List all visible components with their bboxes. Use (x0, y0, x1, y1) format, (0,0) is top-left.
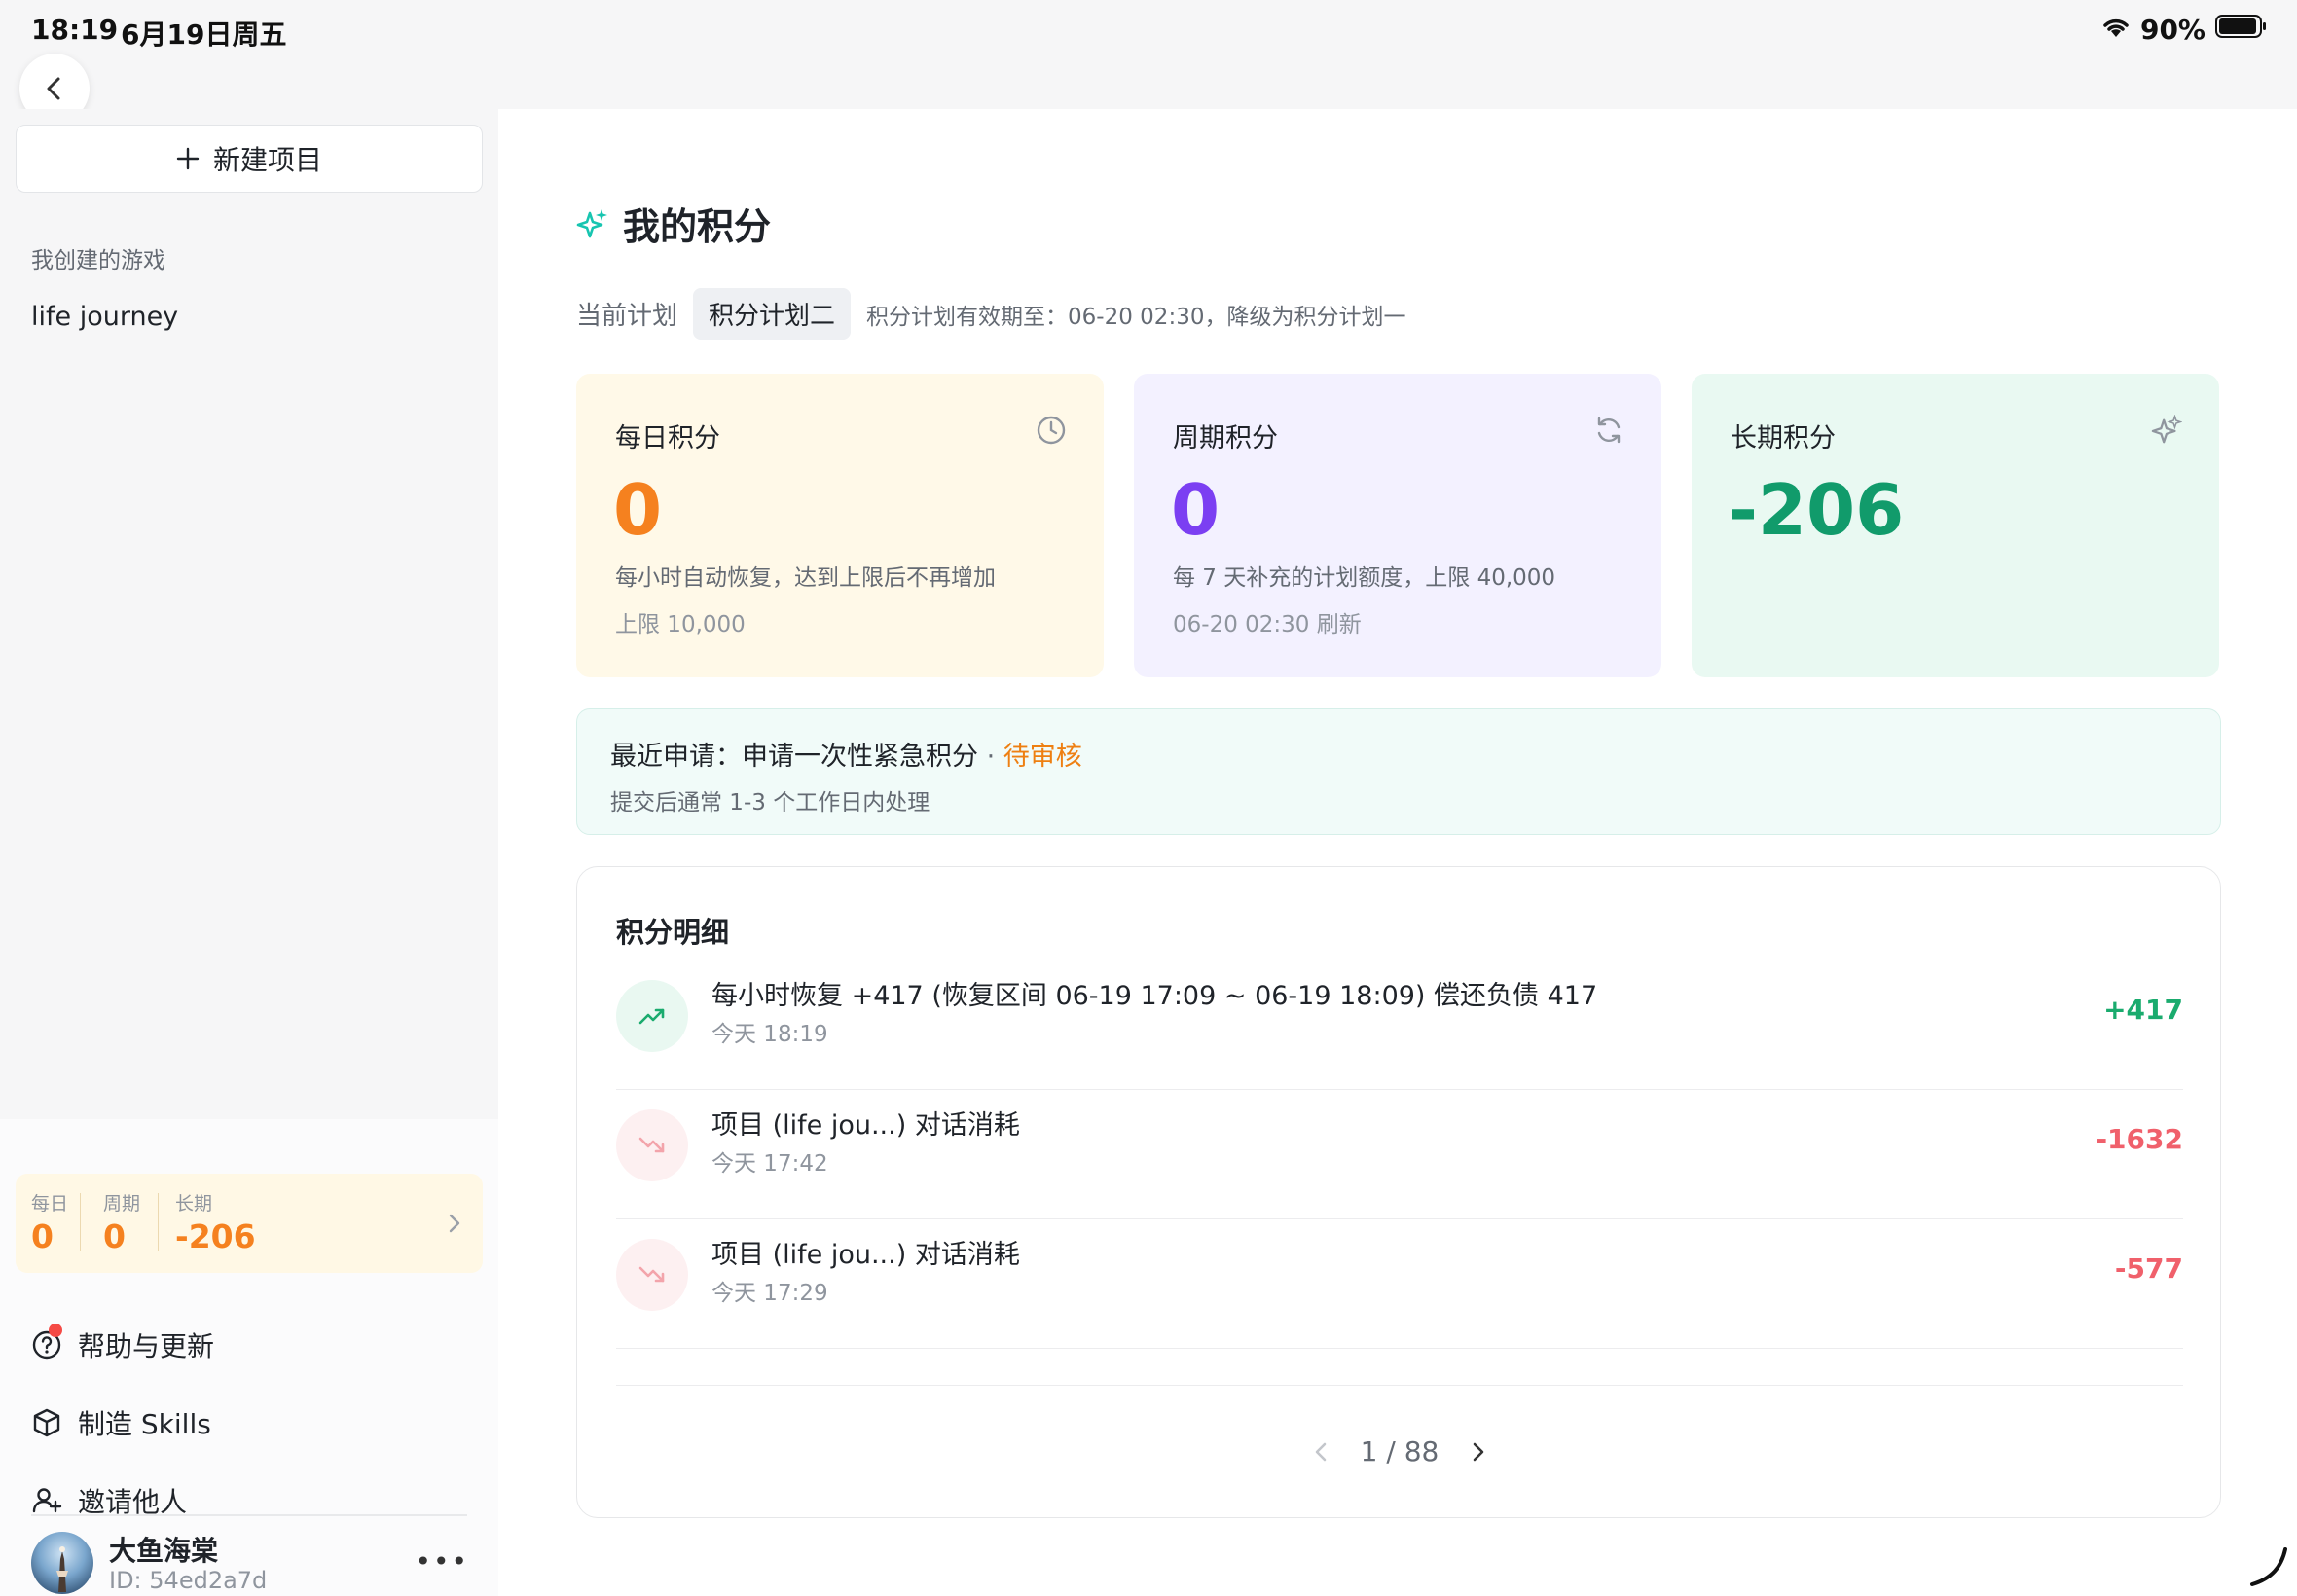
sparkle-icon (2151, 415, 2182, 444)
sparkle-icon (576, 208, 607, 237)
sidebar: 新建项目 我创建的游戏 life journey 每日 0 周期 0 长期 -2… (0, 109, 498, 1596)
status-bar: 18:19 6月19日周五 90% (0, 0, 2297, 64)
points-summary-card[interactable]: 每日 0 周期 0 长期 -206 (16, 1174, 483, 1273)
card-title: 周期积分 (1173, 423, 1278, 453)
notice-separator: · (978, 742, 1003, 772)
row-amount: +417 (2103, 994, 2183, 1026)
chevron-left-icon (47, 77, 60, 100)
row-title: 每小时恢复 +417 (恢复区间 06-19 17:09 ~ 06-19 18:… (711, 981, 1598, 1011)
notification-dot (49, 1324, 62, 1337)
sidebar-divider (31, 1514, 467, 1516)
notice-line: 最近申请：申请一次性紧急积分 · 待审核 (610, 735, 1082, 773)
pagination: 1 / 88 (577, 1435, 2222, 1468)
clock-icon (1037, 416, 1066, 445)
card-description: 每小时自动恢复，达到上限后不再增加 (615, 565, 996, 591)
daily-summary-value: 0 (31, 1217, 54, 1255)
status-date: 6月19日周五 (121, 18, 287, 51)
make-skills-item[interactable]: 制造 Skills (31, 1403, 211, 1442)
status-badge: 待审核 (1003, 742, 1082, 772)
request-name: 申请一次性紧急积分 (742, 742, 978, 772)
make-skills-label: 制造 Skills (78, 1408, 211, 1440)
period-summary-value: 0 (103, 1217, 126, 1255)
row-time: 今天 18:19 (711, 1022, 828, 1047)
page-header: 我的积分 (576, 197, 771, 250)
user-profile[interactable]: 大鱼海棠 ID: 54ed2a7d ••• (31, 1528, 469, 1596)
row-title: 项目 (life jou...) 对话消耗 (711, 1110, 1020, 1141)
battery-icon (2215, 14, 2268, 46)
daily-summary-label: 每日 (31, 1193, 69, 1215)
notice-hint: 提交后通常 1-3 个工作日内处理 (610, 790, 930, 816)
plan-row: 当前计划 积分计划二 积分计划有效期至：06-20 02:30，降级为积分计划一 (576, 288, 1405, 340)
points-detail-panel: 积分明细 每小时恢复 +417 (恢复区间 06-19 17:09 ~ 06-1… (576, 866, 2221, 1518)
user-plus-icon (32, 1488, 62, 1513)
plan-label: 当前计划 (576, 302, 678, 331)
new-project-button[interactable]: 新建项目 (16, 125, 483, 193)
sidebar-bottom: 每日 0 周期 0 长期 -206 帮助与更新 制造 Skills 邀请他人 大… (0, 1119, 498, 1596)
chevron-right-icon (449, 1214, 460, 1233)
page-indicator: 1 / 88 (1360, 1435, 1440, 1468)
cube-icon (33, 1408, 60, 1437)
main-content: 我的积分 当前计划 积分计划二 积分计划有效期至：06-20 02:30，降级为… (498, 109, 2297, 1596)
summary-divider (80, 1193, 81, 1251)
card-value: -206 (1729, 469, 1905, 551)
new-project-label: 新建项目 (212, 144, 322, 176)
avatar (31, 1532, 93, 1594)
row-amount: -1632 (2096, 1123, 2183, 1155)
card-limit: 上限 10,000 (615, 612, 746, 637)
status-right: 90% (2101, 14, 2268, 46)
sidebar-item-life-journey[interactable]: life journey (31, 302, 178, 332)
next-page-button[interactable] (1464, 1438, 1491, 1466)
plan-badge: 积分计划二 (693, 288, 852, 340)
card-title: 每日积分 (615, 423, 720, 453)
wifi-icon (2101, 14, 2131, 46)
plan-expiry-note: 积分计划有效期至：06-20 02:30，降级为积分计划一 (866, 304, 1406, 330)
daily-summary: 每日 0 (31, 1189, 68, 1255)
status-time: 18:19 (31, 14, 119, 46)
trending-down-icon (616, 1109, 688, 1181)
help-circle-icon (31, 1324, 62, 1360)
long-summary-value: -206 (175, 1217, 256, 1255)
long-summary-label: 长期 (175, 1193, 213, 1215)
recent-request-notice: 最近申请：申请一次性紧急积分 · 待审核 提交后通常 1-3 个工作日内处理 (576, 708, 2221, 835)
trending-down-icon (616, 1239, 688, 1311)
trending-up-icon (616, 980, 688, 1052)
row-time: 今天 17:42 (711, 1151, 828, 1177)
period-summary-label: 周期 (103, 1193, 141, 1215)
row-time: 今天 17:29 (711, 1281, 828, 1306)
list-item: 项目 (life jou...) 对话消耗 今天 17:42 -1632 (616, 1090, 2183, 1219)
card-title: 长期积分 (1731, 423, 1836, 453)
page-title: 我的积分 (623, 205, 772, 248)
card-description: 每 7 天补充的计划额度，上限 40,000 (1173, 565, 1556, 591)
row-amount: -577 (2114, 1252, 2183, 1285)
user-name: 大鱼海棠 (109, 1535, 219, 1567)
card-refresh-time: 06-20 02:30 刷新 (1173, 612, 1362, 637)
list-item: 每小时恢复 +417 (恢复区间 06-19 17:09 ~ 06-19 18:… (616, 961, 2183, 1090)
home-indicator-icon (2250, 1547, 2287, 1586)
battery-percent: 90% (2139, 14, 2206, 46)
period-summary: 周期 0 (103, 1189, 140, 1255)
row-title: 项目 (life jou...) 对话消耗 (711, 1240, 1020, 1270)
list-item: 项目 (life jou...) 对话消耗 今天 17:29 -577 (616, 1219, 2183, 1349)
card-value: 0 (613, 469, 663, 551)
help-updates-item[interactable]: 帮助与更新 (31, 1324, 215, 1364)
long-points-card: 长期积分 -206 (1692, 374, 2219, 677)
daily-points-card: 每日积分 0 每小时自动恢复，达到上限后不再增加 上限 10,000 (576, 374, 1104, 677)
help-updates-label: 帮助与更新 (78, 1330, 215, 1362)
more-options-icon[interactable]: ••• (415, 1545, 469, 1578)
prev-page-button[interactable] (1308, 1438, 1335, 1466)
user-id: ID: 54ed2a7d (109, 1567, 268, 1594)
plus-icon (176, 147, 200, 170)
notice-prefix: 最近申请： (610, 742, 742, 772)
detail-title: 积分明细 (616, 916, 730, 949)
refresh-icon (1597, 417, 1621, 444)
divider (616, 1385, 2183, 1386)
period-points-card: 周期积分 0 每 7 天补充的计划额度，上限 40,000 06-20 02:3… (1134, 374, 1661, 677)
summary-divider (158, 1193, 159, 1251)
my-games-heading: 我创建的游戏 (31, 248, 165, 273)
card-value: 0 (1171, 469, 1221, 551)
long-summary: 长期 -206 (175, 1189, 256, 1255)
